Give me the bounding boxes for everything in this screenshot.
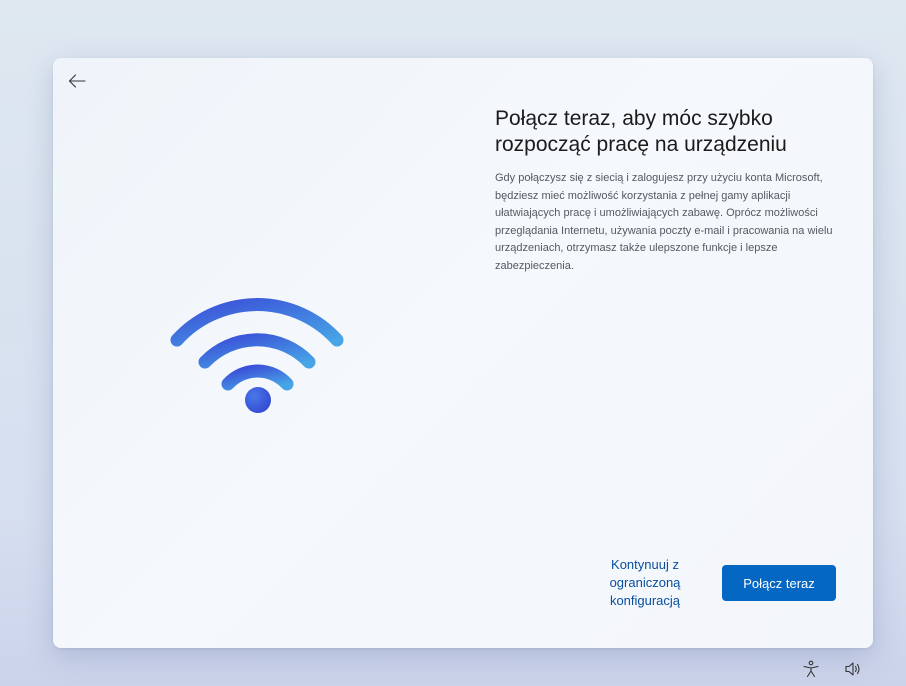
oobe-desktop: Połącz teraz, aby móc szybko rozpocząć p… xyxy=(0,0,906,686)
connect-now-button[interactable]: Połącz teraz xyxy=(722,565,836,601)
back-button[interactable] xyxy=(63,68,91,96)
system-tray xyxy=(800,658,864,680)
page-title: Połącz teraz, aby móc szybko rozpocząć p… xyxy=(495,107,787,156)
setup-content: Połącz teraz, aby móc szybko rozpocząć p… xyxy=(495,106,833,275)
page-description: Gdy połączysz się z siecią i zalogujesz … xyxy=(495,172,833,272)
footer-actions: Kontynuuj z ograniczoną konfiguracją Poł… xyxy=(596,556,836,610)
wifi-icon xyxy=(163,280,353,420)
arrow-left-icon xyxy=(68,73,86,91)
setup-card: Połącz teraz, aby móc szybko rozpocząć p… xyxy=(53,58,873,648)
accessibility-icon[interactable] xyxy=(800,658,822,680)
limited-setup-link[interactable]: Kontynuuj z ograniczoną konfiguracją xyxy=(596,556,694,610)
volume-icon[interactable] xyxy=(842,658,864,680)
